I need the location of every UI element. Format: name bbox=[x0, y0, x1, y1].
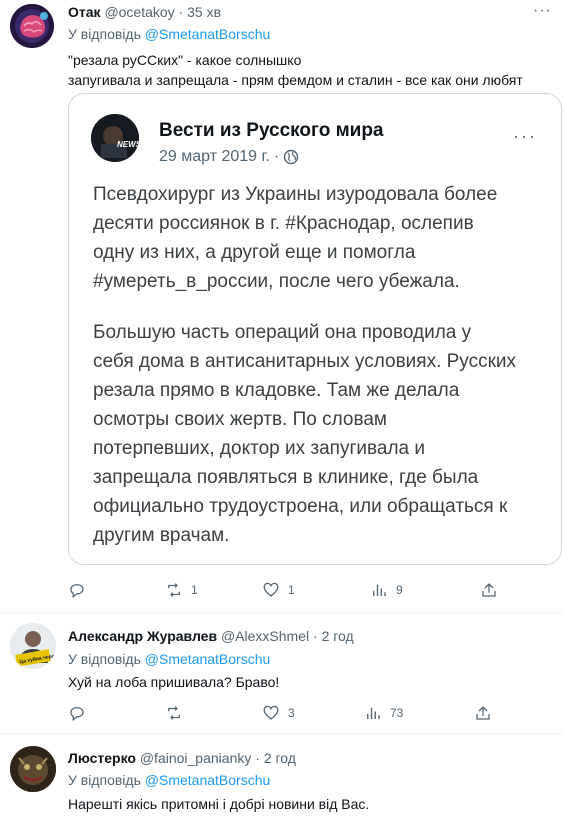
reply-context: У відповідь @SmetanatBorschu bbox=[68, 651, 270, 667]
author-name[interactable]: Александр Журавлев bbox=[68, 628, 217, 644]
reply-prefix: У відповідь bbox=[68, 26, 141, 42]
views-button[interactable]: 73 bbox=[364, 704, 403, 722]
retweet-icon bbox=[168, 706, 180, 720]
quote-text-line: Псевдохирург из Украины изуродовала боле… bbox=[93, 184, 498, 205]
quote-avatar[interactable]: NEWS bbox=[91, 114, 139, 162]
action-bar: 3 73 bbox=[68, 704, 508, 724]
reply-prefix: У відповідь bbox=[68, 651, 141, 667]
quote-text-line: осмотры своих жертв. По словам bbox=[93, 409, 387, 430]
quote-avatar-label: NEWS bbox=[117, 140, 139, 149]
author-name[interactable]: Люстерко bbox=[68, 750, 136, 766]
retweet-button[interactable]: 1 bbox=[165, 581, 198, 599]
author-handle[interactable]: @fainoi_panianky bbox=[140, 750, 252, 766]
news-avatar-icon: NEWS bbox=[91, 114, 139, 162]
heart-icon bbox=[263, 705, 279, 720]
quote-paragraph-2: Большую часть операций она проводила у с… bbox=[93, 318, 553, 550]
separator-dot: · bbox=[178, 4, 184, 20]
tweet-text: "резала руССких" - какое солнышко запуги… bbox=[68, 50, 523, 90]
quote-text-line: запрещала появляться в клинике, где была bbox=[93, 467, 479, 488]
quote-text-line: #умереть_в_россии, после чего убежала. bbox=[93, 271, 460, 292]
quote-text-line: резала прямо в кладовке. Там же делала bbox=[93, 380, 460, 401]
tweet-1[interactable]: Отак @ocetakoy · 35 хв ··· У відповідь @… bbox=[0, 0, 564, 615]
more-options-icon[interactable]: ··· bbox=[533, 2, 552, 20]
views-button[interactable]: 9 bbox=[370, 581, 403, 599]
author-name[interactable]: Отак bbox=[68, 4, 101, 20]
quote-text-line: другим врачам. bbox=[93, 525, 230, 546]
tweet-header: Александр Журавлев @AlexxShmel · 2 год bbox=[68, 628, 354, 644]
quote-text-line: одну из них, а другой еще и помогла bbox=[93, 242, 416, 263]
heart-icon bbox=[263, 582, 279, 597]
separator-dot: · bbox=[273, 148, 280, 165]
tweet-text-line: запугивала и запрещала - прям фемдом и с… bbox=[68, 72, 523, 88]
views-count: 73 bbox=[390, 706, 404, 720]
action-bar: 1 1 9 bbox=[68, 581, 508, 601]
person-avatar-icon: Ца хуйна черопиздиться! bbox=[10, 623, 56, 669]
quote-date: 29 март 2019 г. · bbox=[159, 148, 299, 166]
share-icon bbox=[476, 706, 490, 720]
quote-text-line: официально трудоустроена, или обращаться… bbox=[93, 496, 508, 517]
tweet-3[interactable]: Люстерко @fainoi_panianky · 2 год У відп… bbox=[0, 734, 564, 816]
tweet-text-line: "резала руССких" - какое солнышко bbox=[68, 52, 302, 68]
tweet-text-line: Нарешті якісь притомні і добрі новини ві… bbox=[68, 796, 370, 812]
timestamp[interactable]: 2 год bbox=[264, 750, 296, 766]
share-button[interactable] bbox=[474, 704, 492, 722]
quote-date-text: 29 март 2019 г. bbox=[159, 148, 270, 165]
tweet-text: Хуй на лоба пришивала? Браво! bbox=[68, 672, 279, 692]
author-handle[interactable]: @ocetakoy bbox=[104, 4, 174, 20]
retweet-button[interactable] bbox=[165, 704, 191, 722]
avatar[interactable]: Ца хуйна черопиздиться! bbox=[10, 623, 56, 669]
quote-text-line: десяти россиянок в г. #Краснодар, ослепи… bbox=[93, 213, 474, 234]
quote-more-options-icon[interactable]: ··· bbox=[513, 126, 537, 147]
avatar[interactable] bbox=[10, 4, 54, 48]
quote-author-name[interactable]: Вести из Русского мира bbox=[159, 120, 384, 142]
reply-mention-link[interactable]: @SmetanatBorschu bbox=[145, 651, 271, 667]
quote-text-line: Большую часть операций она проводила у bbox=[93, 322, 472, 343]
like-button[interactable]: 3 bbox=[262, 704, 295, 722]
tweet-text: Нарешті якісь притомні і добрі новини ві… bbox=[68, 794, 369, 814]
reply-button[interactable] bbox=[68, 581, 94, 599]
avatar[interactable] bbox=[10, 746, 56, 792]
brain-avatar-icon bbox=[10, 4, 54, 48]
views-count: 9 bbox=[396, 583, 403, 597]
tweet-2[interactable]: Ца хуйна черопиздиться! Александр Журавл… bbox=[0, 613, 564, 731]
tweet-header: Люстерко @fainoi_panianky · 2 год bbox=[68, 750, 296, 766]
quote-text-line: себя дома в антисанитарных условиях. Рус… bbox=[93, 351, 517, 372]
author-handle[interactable]: @AlexxShmel bbox=[221, 628, 309, 644]
quoted-post[interactable]: NEWS Вести из Русского мира 29 март 2019… bbox=[68, 93, 562, 565]
creature-avatar-icon bbox=[10, 746, 56, 792]
tweet-header: Отак @ocetakoy · 35 хв bbox=[68, 4, 221, 20]
tweet-text-line: Хуй на лоба пришивала? Браво! bbox=[68, 674, 280, 690]
reply-icon bbox=[70, 707, 84, 722]
reply-context: У відповідь @SmetanatBorschu bbox=[68, 772, 270, 788]
views-chart-icon bbox=[367, 707, 380, 719]
like-count: 1 bbox=[288, 583, 295, 597]
timestamp[interactable]: 35 хв bbox=[187, 4, 221, 20]
reply-context: У відповідь @SmetanatBorschu bbox=[68, 26, 270, 42]
retweet-count: 1 bbox=[191, 583, 198, 597]
globe-icon bbox=[283, 149, 299, 165]
separator-dot: · bbox=[313, 628, 318, 644]
reply-mention-link[interactable]: @SmetanatBorschu bbox=[145, 772, 271, 788]
share-button[interactable] bbox=[480, 581, 498, 599]
separator-dot: · bbox=[255, 750, 260, 766]
retweet-icon bbox=[168, 583, 180, 597]
reply-mention-link[interactable]: @SmetanatBorschu bbox=[145, 26, 271, 42]
reply-button[interactable] bbox=[68, 704, 94, 722]
reply-prefix: У відповідь bbox=[68, 772, 141, 788]
timestamp[interactable]: 2 год bbox=[322, 628, 354, 644]
views-chart-icon bbox=[373, 584, 386, 596]
share-icon bbox=[482, 583, 496, 597]
like-count: 3 bbox=[288, 706, 295, 720]
quote-paragraph-1: Псевдохирург из Украины изуродовала боле… bbox=[93, 180, 553, 296]
like-button[interactable]: 1 bbox=[262, 581, 295, 599]
quote-text-line: потерпевших, доктор их запугивала и bbox=[93, 438, 425, 459]
reply-icon bbox=[70, 584, 84, 599]
